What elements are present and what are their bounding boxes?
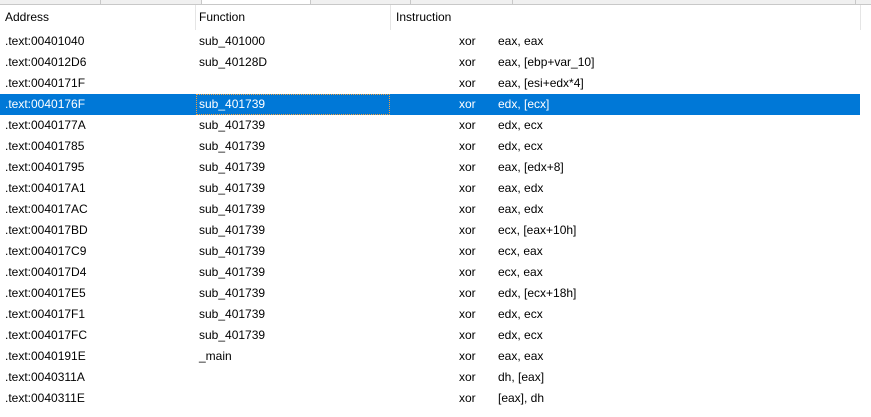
row-mnemonic: xor [459, 34, 476, 48]
table-row[interactable]: .text:004017FC sub_401739 xor edx, ecx [0, 325, 860, 346]
row-mnemonic: xor [459, 286, 476, 300]
row-address: .text:004017C9 [5, 244, 87, 258]
row-operands: ecx, eax [498, 265, 543, 279]
table-row[interactable]: .text:00401040 sub_401000 xor eax, eax [0, 31, 860, 52]
table-row[interactable]: .text:004017D4 sub_401739 xor ecx, eax [0, 262, 860, 283]
row-operands: edx, ecx [498, 307, 543, 321]
table-row[interactable]: .text:0040311A xor dh, [eax] [0, 367, 860, 388]
row-mnemonic: xor [459, 181, 476, 195]
row-operands: eax, edx [498, 202, 544, 216]
row-operands: edx, [ecx+18h] [498, 286, 577, 300]
table-row[interactable]: .text:0040177A sub_401739 xor edx, ecx [0, 115, 860, 136]
table-row[interactable]: .text:0040176F sub_401739 xor edx, [ecx] [0, 94, 860, 115]
row-operands: eax, eax [498, 349, 544, 363]
row-mnemonic: xor [459, 328, 476, 342]
row-mnemonic: xor [459, 118, 476, 132]
row-function: sub_401739 [199, 307, 266, 321]
tab-divider [855, 0, 856, 4]
row-mnemonic: xor [459, 97, 476, 111]
row-mnemonic: xor [459, 307, 476, 321]
row-function: sub_401739 [199, 286, 266, 300]
row-address: .text:004017D4 [5, 265, 87, 279]
row-operands: [eax], dh [498, 391, 545, 405]
row-address: .text:004017FC [5, 328, 88, 342]
row-address: .text:00401795 [5, 160, 85, 174]
row-mnemonic: xor [459, 370, 476, 384]
row-mnemonic: xor [459, 223, 476, 237]
table-row[interactable]: .text:004017BD sub_401739 xor ecx, [eax+10h… [0, 220, 860, 241]
row-function: sub_401000 [199, 34, 266, 48]
column-header-function[interactable]: Function [194, 5, 391, 30]
row-operands: eax, [edx+8] [498, 160, 564, 174]
table-row[interactable]: .text:004017F1 sub_401739 xor edx, ecx [0, 304, 860, 325]
row-operands: edx, ecx [498, 118, 543, 132]
row-address: .text:004017F1 [5, 307, 86, 321]
row-address: .text:004017E5 [5, 286, 86, 300]
row-operands: eax, eax [498, 34, 544, 48]
table-row[interactable]: .text:0040171F xor eax, [esi+edx*4] [0, 73, 860, 94]
table-row[interactable]: .text:004017E5 sub_401739 xor edx, [ecx+18h… [0, 283, 860, 304]
row-address: .text:0040311A [5, 370, 85, 384]
row-function: _main [199, 349, 232, 363]
row-operands: eax, edx [498, 181, 544, 195]
row-function: sub_401739 [199, 202, 266, 216]
row-operands: eax, [esi+edx*4] [498, 76, 584, 90]
table-row[interactable]: .text:004017A1 sub_401739 xor eax, edx [0, 178, 860, 199]
row-function: sub_401739 [199, 181, 266, 195]
row-function: sub_401739 [199, 223, 266, 237]
table-row[interactable]: .text:004012D6 sub_40128D xor eax, [ebp+var… [0, 52, 860, 73]
row-address: .text:0040176F [5, 97, 86, 111]
row-function: sub_401739 [199, 139, 266, 153]
row-function: sub_401739 [199, 160, 266, 174]
row-address: .text:0040311E [5, 391, 85, 405]
table-row[interactable]: .text:004017AC sub_401739 xor eax, edx [0, 199, 860, 220]
table-row[interactable]: .text:0040191E _main xor eax, eax [0, 346, 860, 367]
row-address: .text:0040191E [5, 349, 86, 363]
row-address: .text:004017A1 [5, 181, 86, 195]
row-mnemonic: xor [459, 55, 476, 69]
tab-divider [100, 0, 101, 4]
tab-divider [512, 0, 513, 4]
list-header: Address Function Instruction [0, 5, 871, 30]
table-row[interactable]: .text:00401785 sub_401739 xor edx, ecx [0, 136, 860, 157]
row-address: .text:0040177A [5, 118, 86, 132]
row-function: sub_401739 [199, 244, 266, 258]
row-mnemonic: xor [459, 265, 476, 279]
row-mnemonic: xor [459, 391, 476, 405]
results-list: .text:00401040 sub_401000 xor eax, eax .text… [0, 31, 871, 409]
row-function: sub_401739 [199, 328, 266, 342]
row-function: sub_401739 [196, 94, 390, 115]
row-mnemonic: xor [459, 244, 476, 258]
row-mnemonic: xor [459, 160, 476, 174]
row-address: .text:004017BD [5, 223, 88, 237]
table-row[interactable]: .text:0040311E xor [eax], dh [0, 388, 860, 409]
row-operands: ecx, eax [498, 244, 543, 258]
row-operands: dh, [eax] [498, 370, 545, 384]
row-operands: ecx, [eax+10h] [498, 223, 577, 237]
tab-divider [410, 0, 411, 4]
row-function: sub_40128D [199, 55, 268, 69]
row-address: .text:00401040 [5, 34, 85, 48]
row-operands: edx, [ecx] [498, 97, 550, 111]
row-operands: edx, ecx [498, 328, 543, 342]
table-row[interactable]: .text:00401795 sub_401739 xor eax, [edx+8] [0, 157, 860, 178]
column-header-address[interactable]: Address [0, 5, 196, 30]
row-function: sub_401739 [199, 118, 266, 132]
row-mnemonic: xor [459, 76, 476, 90]
row-address: .text:004012D6 [5, 55, 87, 69]
row-address: .text:00401785 [5, 139, 85, 153]
tab-divider [201, 0, 202, 4]
tab-divider [310, 0, 311, 4]
row-function: sub_401739 [199, 265, 266, 279]
row-address: .text:0040171F [5, 76, 86, 90]
active-tab[interactable] [202, 0, 310, 4]
row-operands: edx, ecx [498, 139, 543, 153]
row-mnemonic: xor [459, 202, 476, 216]
row-operands: eax, [ebp+var_10] [498, 55, 595, 69]
row-mnemonic: xor [459, 349, 476, 363]
row-mnemonic: xor [459, 139, 476, 153]
row-address: .text:004017AC [5, 202, 88, 216]
column-header-instruction[interactable]: Instruction [391, 5, 861, 30]
table-row[interactable]: .text:004017C9 sub_401739 xor ecx, eax [0, 241, 860, 262]
